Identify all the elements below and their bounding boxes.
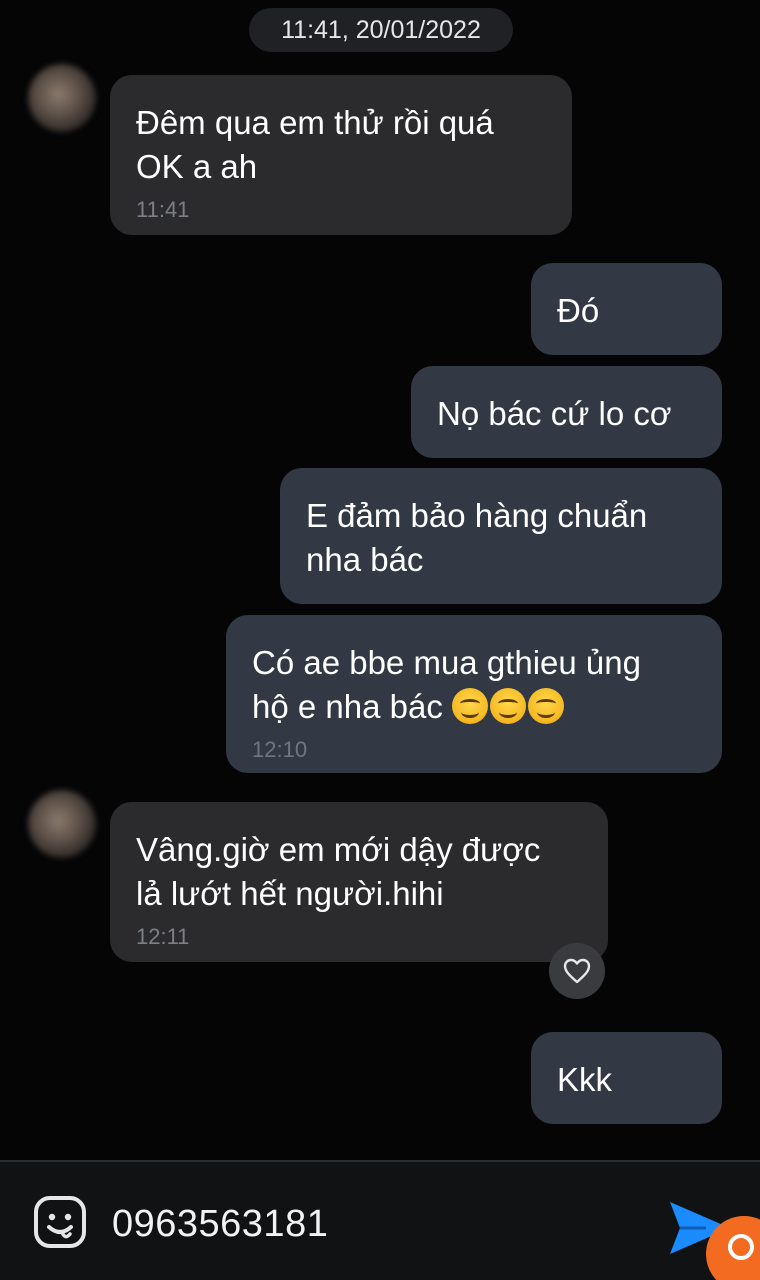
message-time: 12:10 — [252, 737, 308, 762]
message-text-line: Đó — [557, 292, 600, 329]
message-bubble-outgoing[interactable]: Nọ bác cứ lo cơ — [411, 366, 722, 458]
message-time: 11:41 — [136, 197, 190, 222]
message-time: 12:11 — [136, 924, 190, 949]
message-text-line: Vâng.giờ em mới dậy được — [136, 831, 541, 868]
react-heart-button[interactable] — [549, 943, 605, 999]
message-bubble-outgoing[interactable]: Có ae bbe mua gthieu ủng hộ e nha bác 12… — [226, 615, 722, 773]
sticker-button[interactable] — [32, 1194, 88, 1250]
smiling-face-icon — [452, 688, 489, 724]
message-text-line: Nọ bác cứ lo cơ — [437, 395, 672, 432]
message-text-line: Có ae bbe mua gthieu ủng — [252, 644, 641, 681]
badge-ring-icon — [728, 1234, 754, 1260]
message-text-line: E đảm bảo hàng chuẩn — [306, 497, 648, 534]
message-input[interactable]: 0963563181 — [112, 1200, 328, 1248]
message-text-line: hộ e nha bác — [252, 688, 443, 725]
contact-avatar[interactable] — [28, 64, 96, 132]
message-text-line: lả lướt hết người.hihi — [136, 875, 444, 912]
message-bubble-outgoing[interactable]: Đó — [531, 263, 722, 355]
message-text-line: nha bác — [306, 541, 424, 578]
message-bubble-incoming[interactable]: Vâng.giờ em mới dậy được lả lướt hết ngư… — [110, 802, 608, 962]
message-text-line: Kkk — [557, 1061, 613, 1098]
message-bubble-outgoing[interactable]: Kkk — [531, 1032, 722, 1124]
smiling-face-icon — [490, 688, 527, 724]
date-separator: 11:41, 20/01/2022 — [249, 8, 513, 52]
sticker-smiley-icon — [34, 1196, 86, 1248]
message-text-line: OK a ah — [136, 148, 258, 185]
message-composer: 0963563181 — [0, 1160, 760, 1280]
contact-avatar[interactable] — [28, 790, 96, 858]
message-text-line: Đêm qua em thử rồi quá — [136, 104, 494, 141]
message-bubble-incoming[interactable]: Đêm qua em thử rồi quá OK a ah 11:41 — [110, 75, 572, 235]
chat-screen: 11:41, 20/01/2022 Đêm qua em thử rồi quá… — [0, 0, 760, 1280]
smiling-face-icon — [528, 688, 565, 724]
heart-icon — [563, 958, 591, 984]
message-bubble-outgoing[interactable]: E đảm bảo hàng chuẩn nha bác — [280, 468, 722, 604]
